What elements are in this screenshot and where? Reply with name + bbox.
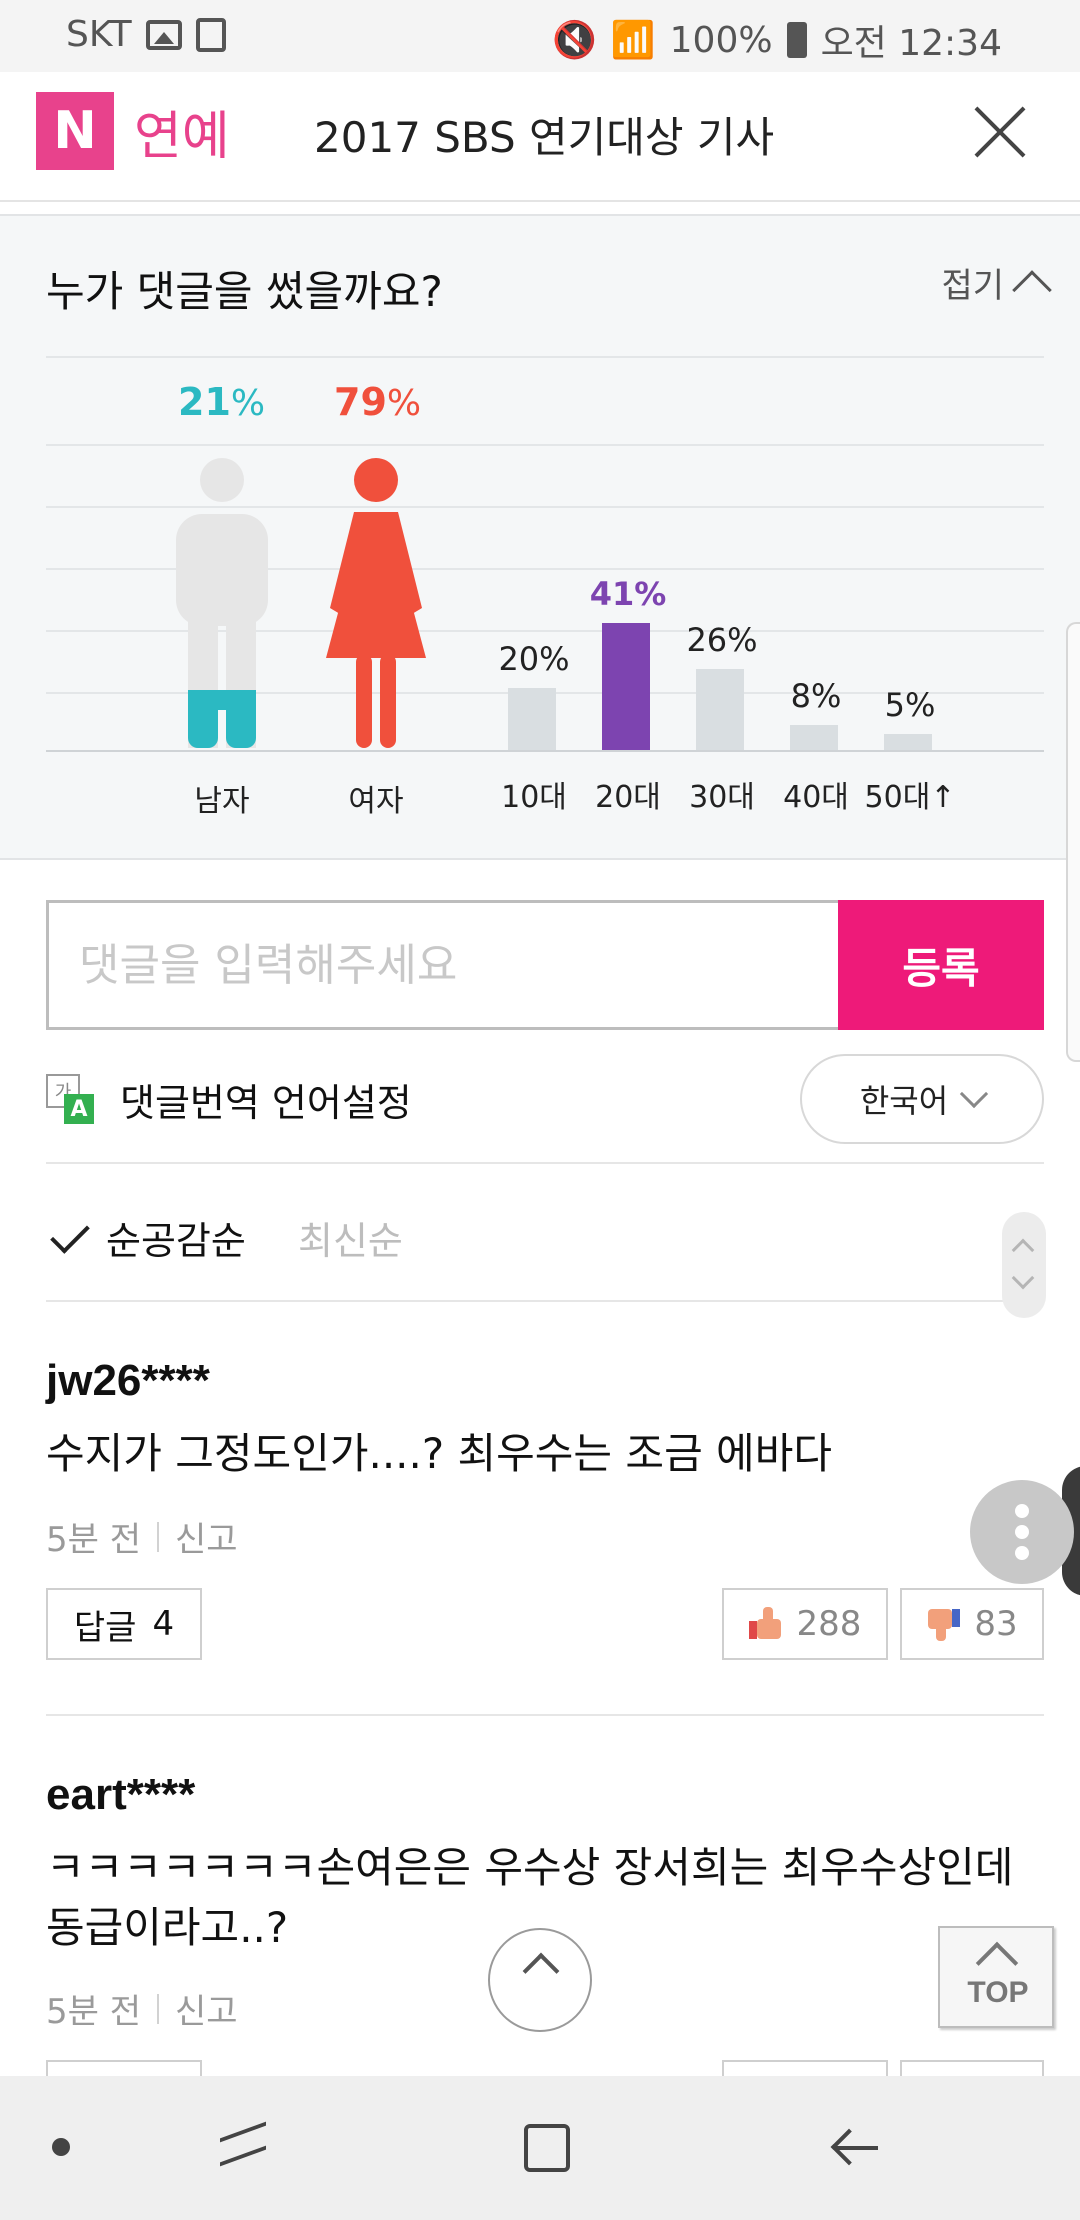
- page-title: 2017 SBS 연기대상 기사: [314, 113, 775, 162]
- check-icon: [50, 1214, 90, 1254]
- comment-author[interactable]: eart****: [46, 1770, 195, 1820]
- age-bar-20s: [602, 623, 650, 750]
- comment-form: 등록: [46, 900, 1044, 1030]
- carrier-label: SKT: [66, 14, 132, 55]
- nav-dot-icon[interactable]: [52, 2138, 70, 2156]
- grid-line: [46, 356, 1044, 358]
- more-dot: [1015, 1504, 1029, 1518]
- translation-label: 댓글번역 언어설정: [120, 1081, 412, 1125]
- clock: 오전 12:34: [820, 23, 1002, 64]
- reply-count: 4: [152, 1604, 175, 1644]
- thumbs-up-icon: [748, 1607, 783, 1641]
- female-label: 여자: [348, 784, 404, 819]
- reply-label: 답글: [73, 1607, 137, 1648]
- status-right: 🔇 📶 100% 오전 12:34: [552, 14, 1002, 66]
- comment-time: 5분 전: [46, 1992, 141, 2032]
- male-figure-icon: [176, 458, 268, 748]
- language-value: 한국어: [859, 1082, 949, 1120]
- naver-logo[interactable]: N: [36, 92, 114, 170]
- dislike-count: 83: [974, 1604, 1018, 1644]
- mute-icon: 🔇: [551, 20, 597, 61]
- comment-item: eart**** ㅋㅋㅋㅋㅋㅋㅋ손여은은 우수상 장서희는 최우수상인데 동급이…: [46, 1770, 1044, 2132]
- comment-time: 5분 전: [46, 1520, 141, 1560]
- female-percent: 79%: [334, 380, 421, 424]
- more-dot: [1015, 1546, 1029, 1560]
- translate-icon: 가 A: [46, 1074, 96, 1124]
- male-label: 남자: [194, 784, 250, 819]
- more-dot: [1015, 1525, 1029, 1539]
- thumbs-down-icon: [926, 1607, 961, 1641]
- top-button[interactable]: TOP: [938, 1926, 1054, 2028]
- scroll-up-icon: [1011, 1238, 1035, 1262]
- like-count: 288: [796, 1604, 862, 1644]
- stats-title: 누가 댓글을 썼을까요?: [46, 267, 443, 316]
- female-percent-value: 79: [334, 380, 387, 424]
- comment-divider: [46, 1714, 1044, 1716]
- comment-meta: 5분 전 신고: [46, 1512, 238, 1561]
- calendar-notification-icon: [195, 17, 226, 52]
- commenter-stats-panel: 누가 댓글을 썼을까요? 접기 21% 남자 79% 여자 20% 41% 26…: [0, 214, 1080, 860]
- male-percent: 21%: [178, 380, 265, 424]
- chevron-up-icon: [1012, 269, 1052, 310]
- meta-separator: [157, 1521, 159, 1552]
- chart-baseline: [46, 750, 1044, 752]
- recent-apps-icon[interactable]: [220, 2124, 270, 2170]
- fold-button[interactable]: 접기: [941, 258, 1052, 310]
- female-percent-unit: %: [386, 383, 422, 424]
- comment-item: jw26**** 수지가 그정도인가....? 최우수는 조금 에바다 5분 전…: [46, 1356, 1044, 1660]
- home-icon[interactable]: [524, 2124, 570, 2172]
- female-figure-icon: [326, 458, 426, 748]
- image-notification-icon: [145, 19, 182, 50]
- submit-comment-button[interactable]: 등록: [838, 900, 1044, 1030]
- sort-by-newest[interactable]: 최신순: [298, 1210, 403, 1265]
- scroll-down-icon: [1011, 1266, 1035, 1290]
- top-label: TOP: [967, 1976, 1029, 2009]
- age-value-20s: 41%: [589, 575, 667, 613]
- age-value-50s: 5%: [884, 686, 936, 724]
- sort-by-likes[interactable]: 순공감순: [106, 1210, 246, 1265]
- battery-label: 100%: [669, 19, 773, 61]
- translation-settings: 가 A 댓글번역 언어설정 한국어: [46, 1054, 1044, 1164]
- battery-icon: [786, 22, 807, 58]
- meta-separator: [157, 1993, 159, 2024]
- section-logo-text[interactable]: 연예: [134, 94, 230, 169]
- close-button[interactable]: [962, 94, 1038, 170]
- like-button[interactable]: 288: [722, 1588, 888, 1660]
- age-bar-50s: [884, 734, 932, 750]
- age-label-50s: 50대↑: [864, 780, 956, 815]
- comment-meta: 5분 전 신고: [46, 1984, 238, 2033]
- age-value-10s: 20%: [498, 640, 570, 678]
- app-header: N 연예 2017 SBS 연기대상 기사: [0, 72, 1080, 202]
- age-bar-30s: [696, 669, 744, 750]
- chevron-down-icon: [960, 1079, 989, 1109]
- age-value-30s: 26%: [686, 621, 758, 659]
- fold-label: 접기: [941, 266, 1004, 306]
- wifi-icon: 📶: [610, 20, 656, 61]
- scroll-control[interactable]: [1002, 1212, 1046, 1318]
- status-left: SKT: [66, 14, 226, 55]
- more-options-button[interactable]: [970, 1480, 1074, 1584]
- comment-author[interactable]: jw26****: [46, 1356, 210, 1406]
- status-bar: SKT 🔇 📶 100% 오전 12:34: [0, 0, 1080, 72]
- language-select[interactable]: 한국어: [800, 1054, 1044, 1144]
- sort-options: 순공감순 최신순: [46, 1166, 1046, 1318]
- age-bar-40s: [790, 725, 838, 750]
- dislike-button[interactable]: 83: [900, 1588, 1044, 1660]
- comment-text: 수지가 그정도인가....? 최우수는 조금 에바다: [46, 1429, 832, 1478]
- age-bar-10s: [508, 688, 556, 750]
- translate-icon-target: A: [64, 1094, 94, 1124]
- male-percent-value: 21: [178, 380, 231, 424]
- grid-line: [46, 444, 1044, 446]
- reply-button[interactable]: 답글 4: [46, 1588, 202, 1660]
- chevron-up-icon: [522, 1952, 560, 1990]
- back-icon[interactable]: [830, 2126, 878, 2170]
- system-nav-bar: [0, 2076, 1080, 2220]
- comment-input[interactable]: [46, 900, 838, 1030]
- scroll-up-button[interactable]: [488, 1928, 592, 2032]
- male-percent-unit: %: [230, 383, 266, 424]
- report-link[interactable]: 신고: [175, 1512, 238, 1561]
- report-link[interactable]: 신고: [175, 1984, 238, 2033]
- side-panel-handle[interactable]: [1066, 622, 1080, 1062]
